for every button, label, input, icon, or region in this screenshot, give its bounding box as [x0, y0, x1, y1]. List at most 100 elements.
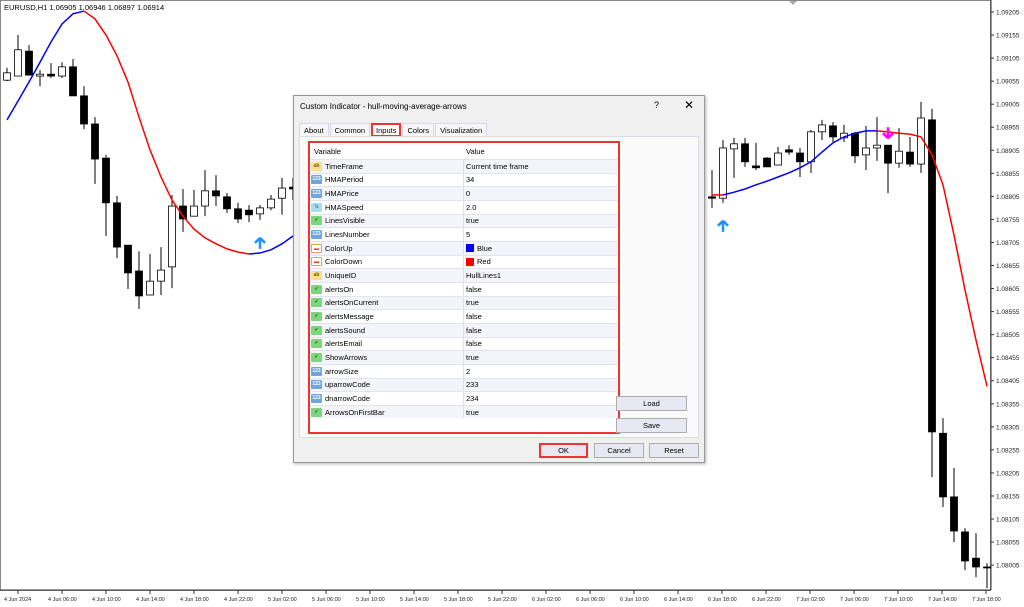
variable-value[interactable]: 2.0 [466, 203, 476, 212]
value-cell[interactable]: 2 [464, 367, 470, 376]
input-row-HMASpeed[interactable]: ½ HMASpeed 2.0 [310, 199, 618, 214]
value-cell[interactable]: 234 [464, 394, 479, 403]
ok-button[interactable]: OK [539, 443, 588, 458]
variable-value[interactable]: 34 [466, 175, 474, 184]
save-button[interactable]: Save [616, 418, 687, 433]
value-cell[interactable]: 34 [464, 175, 474, 184]
input-row-HMAPrice[interactable]: 123 HMAPrice 0 [310, 186, 618, 200]
chart-shift-marker-icon[interactable] [789, 1, 797, 5]
candle [25, 45, 33, 76]
price-tick-label: 1.08655 [996, 263, 1020, 270]
input-row-LinesNumber[interactable]: 123 LinesNumber 5 [310, 227, 618, 241]
variable-value[interactable]: 5 [466, 230, 470, 239]
int-type-icon: 123 [311, 189, 322, 199]
value-cell[interactable]: 5 [464, 230, 470, 239]
candle [157, 247, 165, 295]
candle [267, 194, 275, 211]
price-tick-label: 1.08905 [996, 148, 1020, 155]
variable-value[interactable]: true [466, 353, 479, 362]
variable-value[interactable]: true [466, 408, 479, 417]
candle-body [851, 132, 859, 157]
candle [124, 244, 132, 290]
tab-visualization[interactable]: Visualization [435, 123, 488, 137]
input-row-alertsOnCurrent[interactable]: ✓ alertsOnCurrent true [310, 295, 618, 310]
value-cell[interactable]: false [464, 312, 482, 321]
input-row-alertsEmail[interactable]: ✓ alertsEmail false [310, 336, 618, 351]
input-row-alertsMessage[interactable]: ✓ alertsMessage false [310, 309, 618, 323]
input-row-HMAPeriod[interactable]: 123 HMAPeriod 34 [310, 172, 618, 187]
variable-value[interactable]: false [466, 285, 482, 294]
candle [719, 140, 727, 203]
color-swatch [466, 244, 474, 253]
value-cell[interactable]: HullLines1 [464, 271, 501, 280]
load-button[interactable]: Load [616, 396, 687, 411]
input-row-TimeFrame[interactable]: ab TimeFrame Current time frame [310, 159, 618, 173]
tab-colors[interactable]: Colors [402, 123, 435, 137]
candle-body [212, 190, 220, 197]
variable-value[interactable]: Red [477, 257, 491, 266]
value-cell[interactable]: true [464, 216, 479, 225]
price-tick-label: 1.08755 [996, 217, 1020, 224]
column-header-variable[interactable]: Variable [310, 147, 464, 156]
candle-body [796, 152, 804, 163]
input-row-alertsOn[interactable]: ✓ alertsOn false [310, 281, 618, 296]
value-cell[interactable]: true [464, 353, 479, 362]
variable-value[interactable]: false [466, 326, 482, 335]
input-row-uparrowCode[interactable]: 123 uparrowCode 233 [310, 377, 618, 392]
variable-value[interactable]: 2 [466, 367, 470, 376]
color-type-icon: ▬ [311, 257, 322, 267]
value-cell[interactable]: Red [464, 257, 491, 266]
value-cell[interactable]: Current time frame [464, 162, 529, 171]
variable-value[interactable]: true [466, 298, 479, 307]
input-row-UniqueID[interactable]: ab UniqueID HullLines1 [310, 268, 618, 282]
candle [179, 188, 187, 232]
value-cell[interactable]: 0 [464, 189, 470, 198]
tab-about[interactable]: About [299, 123, 329, 137]
value-cell[interactable]: false [464, 339, 482, 348]
value-cell[interactable]: 233 [464, 380, 479, 389]
value-cell[interactable]: Blue [464, 244, 492, 253]
candle [256, 205, 264, 220]
candle [278, 177, 286, 215]
close-icon[interactable]: ✕ [684, 98, 694, 112]
time-tick-label: 5 Jun 18:00 [444, 597, 473, 603]
cancel-button[interactable]: Cancel [594, 443, 644, 458]
variable-value[interactable]: false [466, 339, 482, 348]
inputs-table[interactable]: Variable Value ab TimeFrame Current time … [308, 141, 620, 434]
input-row-dnarrowCode[interactable]: 123 dnarrowCode 234 [310, 391, 618, 405]
variable-value[interactable]: Blue [477, 244, 492, 253]
variable-name: HMASpeed [325, 202, 364, 212]
reset-button[interactable]: Reset [649, 443, 699, 458]
tab-common[interactable]: Common [329, 123, 371, 137]
variable-cell: ✓ alertsEmail [310, 337, 464, 351]
time-tick-label: 4 Jun 18:00 [180, 597, 209, 603]
input-row-ColorUp[interactable]: ▬ ColorUp Blue [310, 240, 618, 255]
value-cell[interactable]: true [464, 408, 479, 417]
tab-inputs[interactable]: Inputs [371, 123, 402, 137]
variable-value[interactable]: HullLines1 [466, 271, 501, 280]
value-cell[interactable]: false [464, 285, 482, 294]
variable-value[interactable]: true [466, 216, 479, 225]
time-tick-label: 7 Jun 02:00 [796, 597, 825, 603]
variable-value[interactable]: 234 [466, 394, 479, 403]
variable-value[interactable]: false [466, 312, 482, 321]
variable-value[interactable]: 233 [466, 380, 479, 389]
input-row-ShowArrows[interactable]: ✓ ShowArrows true [310, 350, 618, 364]
input-row-ArrowsOnFirstBar[interactable]: ✓ ArrowsOnFirstBar true [310, 404, 618, 419]
value-cell[interactable]: 2.0 [464, 203, 476, 212]
variable-value[interactable]: 0 [466, 189, 470, 198]
input-row-LinesVisible[interactable]: ✓ LinesVisible true [310, 213, 618, 228]
value-cell[interactable]: true [464, 298, 479, 307]
candle-body [884, 144, 892, 164]
input-row-ColorDown[interactable]: ▬ ColorDown Red [310, 254, 618, 269]
hma-line-up [248, 235, 294, 255]
help-button[interactable]: ? [654, 100, 659, 110]
variable-value[interactable]: Current time frame [466, 162, 529, 171]
time-tick-label: 6 Jun 06:00 [576, 597, 605, 603]
input-row-arrowSize[interactable]: 123 arrowSize 2 [310, 363, 618, 378]
value-cell[interactable]: false [464, 326, 482, 335]
candle [245, 205, 253, 223]
column-header-value[interactable]: Value [464, 147, 485, 156]
price-tick-label: 1.09155 [996, 33, 1020, 40]
input-row-alertsSound[interactable]: ✓ alertsSound false [310, 322, 618, 337]
